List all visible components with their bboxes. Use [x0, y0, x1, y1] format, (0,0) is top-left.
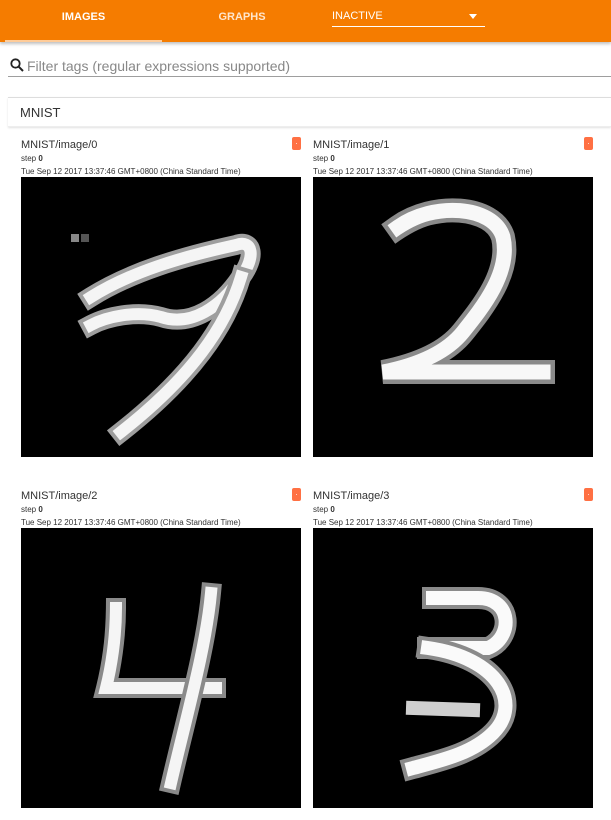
category-title: MNIST	[20, 105, 61, 120]
tab-images[interactable]: IMAGES	[5, 0, 162, 42]
timestamp: Tue Sep 12 2017 13:37:46 GMT+0800 (China…	[21, 167, 241, 176]
step-label: step 0	[21, 154, 43, 163]
category-header[interactable]: MNIST	[8, 97, 611, 127]
mnist-digit-image	[21, 177, 301, 457]
tag-filter-input[interactable]	[27, 56, 597, 76]
image-tag-label: MNIST/image/3	[313, 490, 390, 502]
mnist-digit-image	[313, 177, 593, 457]
run-selector-value: INACTIVE	[332, 10, 383, 22]
tab-graphs[interactable]: GRAPHS	[162, 0, 322, 42]
card-actions-button[interactable]: ·	[292, 137, 301, 150]
timestamp: Tue Sep 12 2017 13:37:46 GMT+0800 (China…	[313, 518, 533, 527]
mnist-digit-image	[21, 528, 301, 808]
step-label: step 0	[313, 154, 335, 163]
step-value: 0	[38, 505, 43, 514]
timestamp: Tue Sep 12 2017 13:37:46 GMT+0800 (China…	[313, 167, 533, 176]
step-label: step 0	[21, 505, 43, 514]
image-tag-label: MNIST/image/2	[21, 490, 98, 502]
step-label: step 0	[313, 505, 335, 514]
card-actions-button[interactable]: ·	[584, 137, 593, 150]
search-icon	[10, 58, 24, 72]
timestamp: Tue Sep 12 2017 13:37:46 GMT+0800 (China…	[21, 518, 241, 527]
dropdown-arrow-icon	[469, 14, 477, 19]
image-tag-label: MNIST/image/1	[313, 139, 390, 151]
run-selector-dropdown[interactable]: INACTIVE	[332, 6, 485, 27]
image-tag-label: MNIST/image/0	[21, 139, 98, 151]
card-actions-button[interactable]: ·	[584, 488, 593, 501]
tag-filter	[8, 56, 611, 77]
step-value: 0	[330, 505, 335, 514]
top-toolbar: IMAGES GRAPHS INACTIVE	[0, 0, 611, 42]
card-actions-button[interactable]: ·	[292, 488, 301, 501]
step-value: 0	[330, 154, 335, 163]
step-value: 0	[38, 154, 43, 163]
mnist-digit-image	[313, 528, 593, 808]
